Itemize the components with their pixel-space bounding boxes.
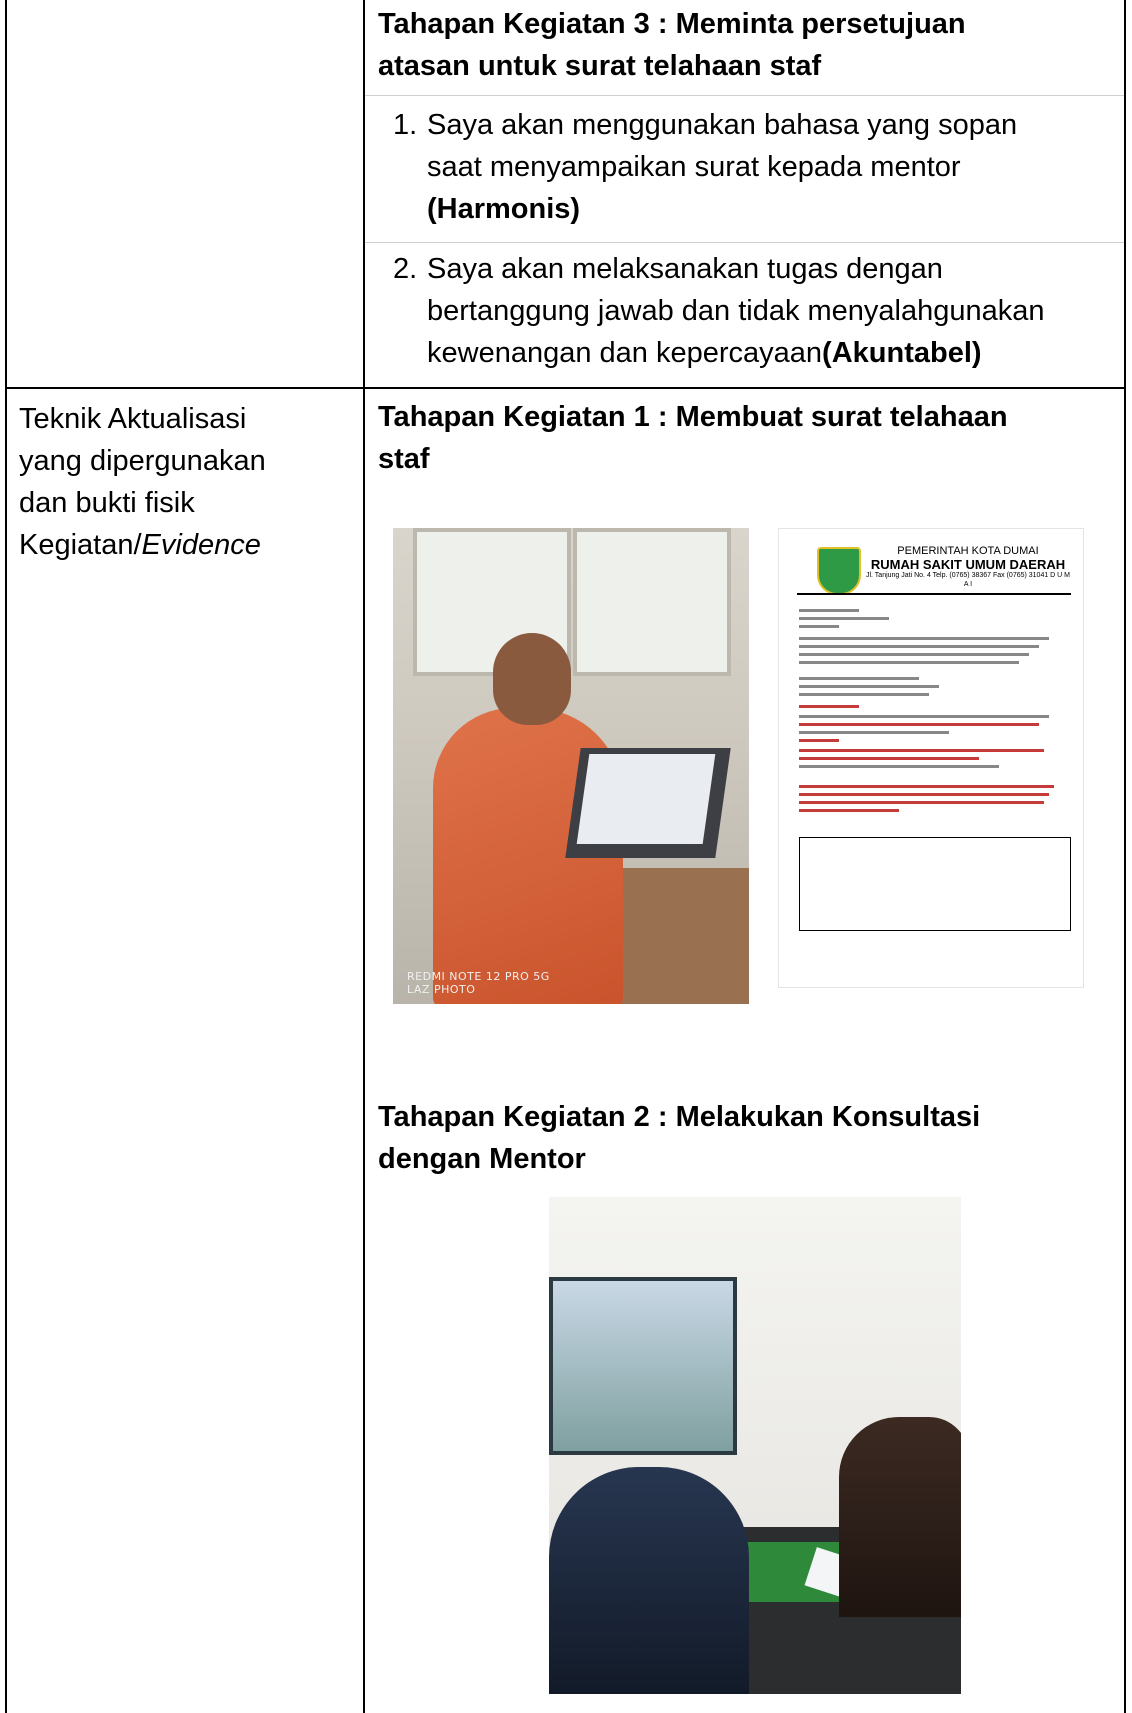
- stage2-title-line1: Tahapan Kegiatan 2 : Melakukan Konsultas…: [378, 1101, 981, 1133]
- stage3-item-separator: [365, 242, 1124, 243]
- stage3-list: 1. Saya akan menggunakan bahasa yang sop…: [393, 104, 1113, 230]
- doc-header-line3: Jl. Tanjung Jati No. 4 Telp. (0765) 3836…: [865, 572, 1071, 588]
- photo-watermark: REDMI NOTE 12 PRO 5G LAZ PHOTO: [407, 970, 550, 996]
- signature-box: [799, 837, 1071, 931]
- list-text-line: Saya akan menggunakan bahasa yang sopan: [427, 109, 1018, 141]
- kota-dumai-logo: [817, 547, 861, 595]
- row-label-line3: dan bukti fisik: [19, 487, 195, 519]
- table-row-divider: [5, 387, 1126, 389]
- stage3-list-item-1: 1. Saya akan menggunakan bahasa yang sop…: [393, 104, 1113, 230]
- doc-header-line2: RUMAH SAKIT UMUM DAERAH: [870, 557, 1066, 572]
- list-text-line: Saya akan melaksanakan tugas dengan: [427, 253, 943, 285]
- list-number: 2.: [393, 253, 418, 285]
- value-tag-harmonis: (Harmonis): [427, 193, 581, 225]
- stage1-title-line2: staf: [378, 443, 430, 475]
- row-label-line1: Teknik Aktualisasi: [19, 403, 247, 435]
- table-border-left: [5, 0, 7, 1713]
- evidence-photo-consultation: [549, 1197, 961, 1694]
- row-label-line4: Kegiatan/Evidence: [19, 529, 261, 561]
- stage2-title: Tahapan Kegiatan 2 : Melakukan Konsultas…: [378, 1096, 1118, 1180]
- list-text-line: saat menyampaikan surat kepada mentor: [427, 151, 961, 183]
- stage3-list-2: 2. Saya akan melaksanakan tugas dengan b…: [393, 248, 1113, 374]
- stage2-title-line2: dengan Mentor: [378, 1143, 586, 1175]
- row-label: Teknik Aktualisasi yang dipergunakan dan…: [19, 398, 349, 566]
- table-column-divider: [363, 0, 365, 1713]
- evidence-photo-typing: REDMI NOTE 12 PRO 5G LAZ PHOTO: [393, 528, 749, 1004]
- stage3-title-line2: atasan untuk surat telahaan staf: [378, 50, 822, 82]
- stage3-title: Tahapan Kegiatan 3 : Meminta persetujuan…: [378, 3, 1118, 87]
- stage3-title-line1: Tahapan Kegiatan 3 : Meminta persetujuan: [378, 8, 966, 40]
- stage1-title-line1: Tahapan Kegiatan 1 : Membuat surat telah…: [378, 401, 1008, 433]
- stage1-title: Tahapan Kegiatan 1 : Membuat surat telah…: [378, 396, 1118, 480]
- evidence-document-letter: PEMERINTAH KOTA DUMAI RUMAH SAKIT UMUM D…: [778, 528, 1084, 988]
- list-text-line: kewenangan dan kepercayaan: [427, 337, 823, 369]
- list-number: 1.: [393, 109, 418, 141]
- stage3-title-underline: [365, 95, 1124, 96]
- row-label-line2: yang dipergunakan: [19, 445, 266, 477]
- table-border-right: [1124, 0, 1126, 1713]
- evidence-italic: Evidence: [141, 529, 261, 561]
- list-text-line: bertanggung jawab dan tidak menyalahguna…: [427, 295, 1045, 327]
- value-tag-akuntabel: (Akuntabel): [822, 337, 982, 369]
- stage3-list-item-2: 2. Saya akan melaksanakan tugas dengan b…: [393, 248, 1113, 374]
